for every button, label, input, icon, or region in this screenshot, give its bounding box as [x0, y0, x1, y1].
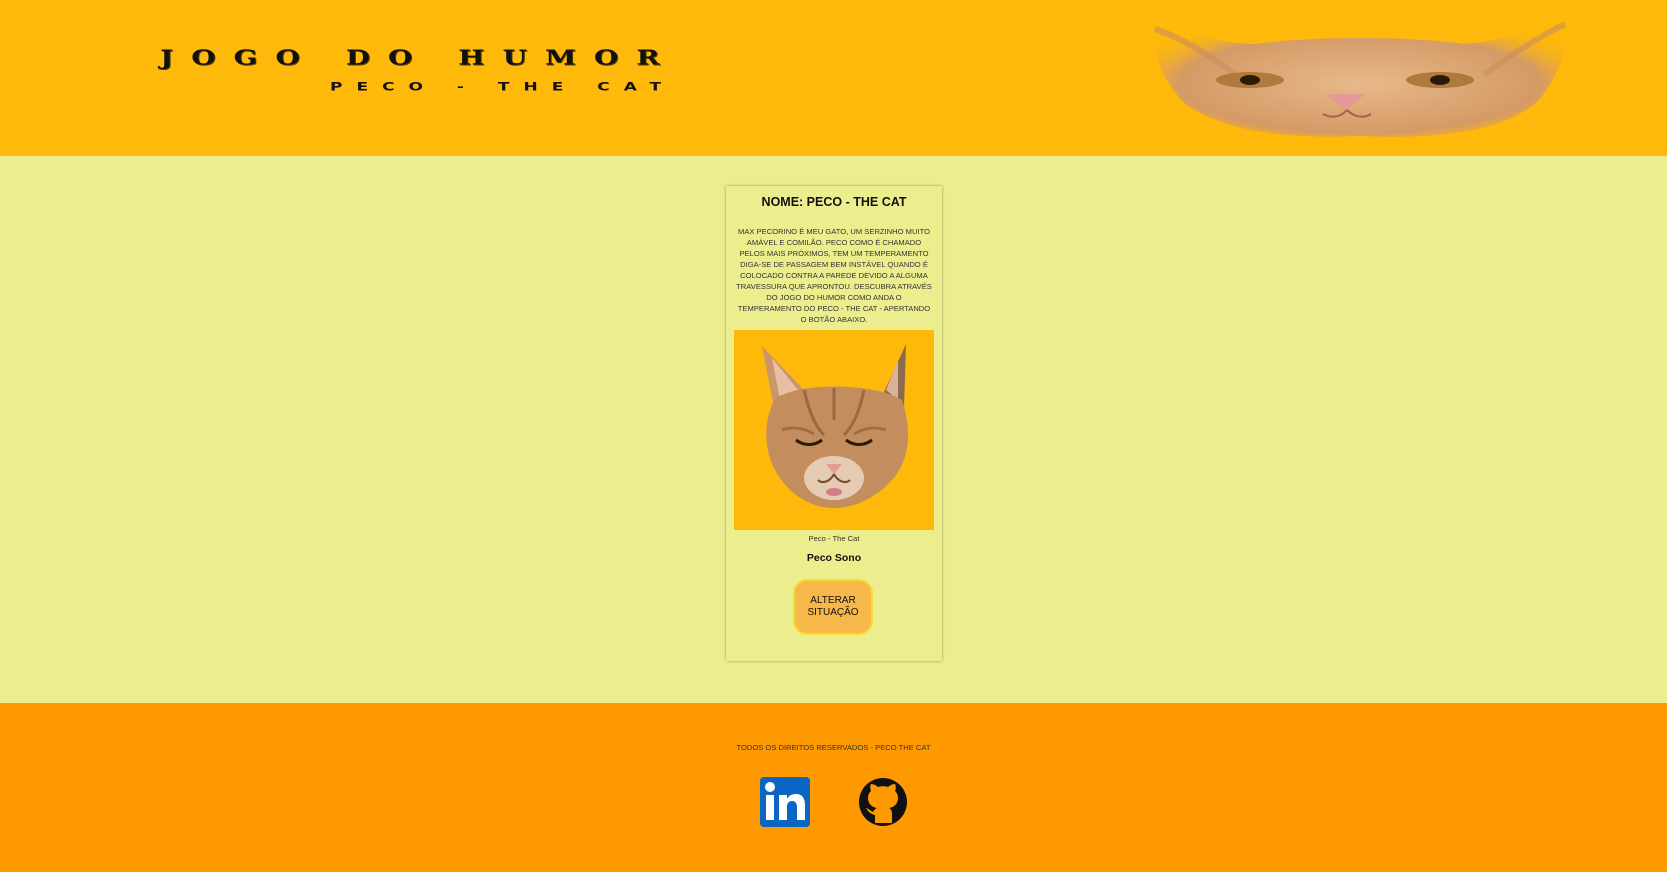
page-footer: TODOS OS DIREITOS RESERVADOS - PECO THE …	[0, 703, 1667, 872]
page-header: JOGO DO HUMOR PECO - THE CAT	[0, 0, 1667, 156]
linkedin-icon[interactable]	[760, 777, 810, 827]
page-subtitle: PECO - THE CAT	[330, 80, 676, 94]
sleeping-cat-icon	[734, 330, 934, 530]
header-title-block: JOGO DO HUMOR PECO - THE CAT	[160, 46, 1010, 106]
cat-card: NOME: PECO - THE CAT Max Pecorino é meu …	[726, 186, 942, 661]
cat-description: Max Pecorino é meu gato, um serzinho mui…	[736, 227, 932, 324]
page-title: JOGO DO HUMOR	[160, 46, 678, 70]
mood-status: Peco Sono	[806, 552, 862, 564]
github-icon[interactable]	[858, 777, 908, 827]
photo-caption: Peco - The Cat	[808, 534, 860, 543]
copyright-text: TODOS OS DIREITOS RESERVADOS - PECO THE …	[736, 743, 931, 752]
change-status-button[interactable]: ALTERAR SITUAÇÃO	[793, 579, 873, 635]
cat-face-icon	[1145, 19, 1575, 137]
cat-name: NOME: PECO - THE CAT	[761, 195, 907, 209]
